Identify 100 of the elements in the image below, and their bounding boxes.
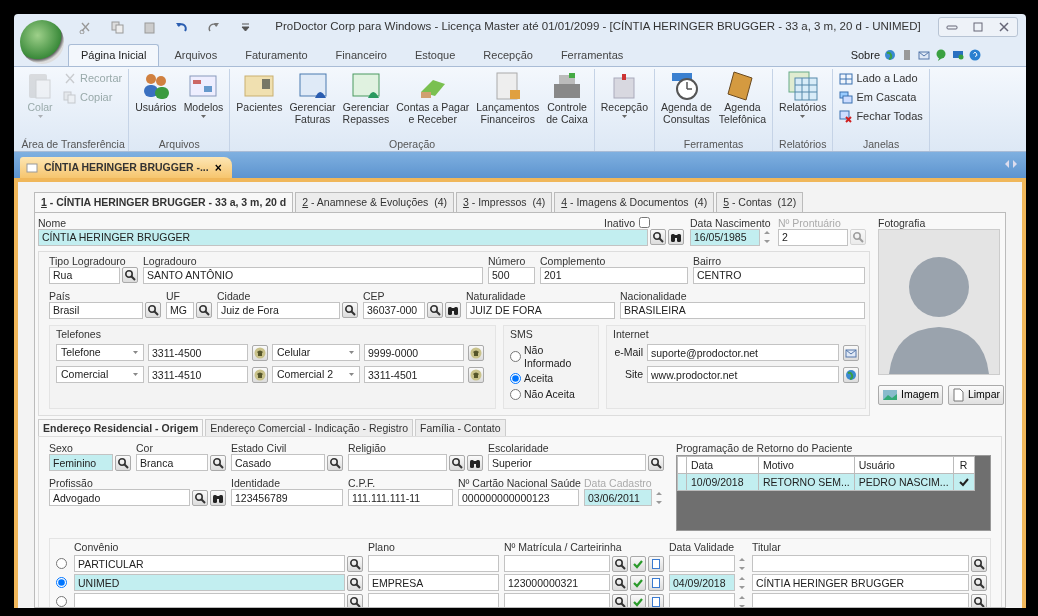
ribbon-tab[interactable]: Página Inicial — [68, 43, 160, 66]
input-field[interactable] — [368, 593, 499, 607]
spin-button[interactable] — [737, 574, 747, 592]
search-button[interactable] — [612, 574, 628, 591]
phone-button[interactable] — [252, 366, 268, 383]
input-field[interactable]: EMPRESA — [368, 574, 499, 592]
search-button[interactable] — [342, 302, 358, 319]
ribbon-button[interactable]: Controle de Caixa — [543, 69, 591, 138]
website-button[interactable] — [843, 366, 859, 383]
spin-button[interactable] — [762, 228, 772, 246]
ribbon-button[interactable]: Agenda de Consultas — [658, 69, 715, 138]
input-field[interactable]: MG — [166, 301, 194, 319]
ribbon-button[interactable]: Recepção — [597, 69, 651, 138]
ribbon-button[interactable]: Gerenciar Faturas — [286, 69, 339, 138]
radio-button[interactable] — [56, 577, 67, 589]
search-button[interactable] — [115, 454, 131, 471]
ribbon-button[interactable]: Modelos — [180, 69, 227, 138]
input-field[interactable] — [348, 454, 447, 472]
phone-button[interactable] — [252, 344, 268, 361]
input-field[interactable] — [752, 555, 969, 573]
input-field[interactable]: Rua — [49, 266, 120, 284]
input-field[interactable]: PARTICULAR — [74, 555, 345, 573]
ribbon-button[interactable]: Usuários — [132, 69, 180, 138]
section-tab[interactable]: Família - Contato — [415, 418, 506, 437]
input-field[interactable]: UNIMED — [74, 574, 345, 592]
checkbox[interactable] — [639, 217, 650, 229]
phone-type-dropdown[interactable]: Comercial — [56, 366, 144, 384]
document-tab[interactable]: CÍNTIA HERINGER BRUGGER -... × — [20, 157, 232, 178]
input-field[interactable]: 123000000321 — [504, 574, 610, 592]
input-field[interactable]: www.prodoctor.net — [647, 366, 839, 384]
input-field[interactable]: Brasil — [49, 301, 143, 319]
search-button[interactable] — [327, 454, 343, 471]
ribbon-button[interactable]: Fechar Todas — [836, 109, 926, 125]
input-field[interactable]: BRASILEIRA — [620, 301, 865, 319]
record-tab[interactable]: 5 - Contas (12) — [716, 192, 804, 212]
radio-button[interactable] — [56, 596, 67, 607]
radio-button[interactable] — [510, 351, 521, 363]
input-field[interactable]: Feminino — [49, 454, 113, 472]
input-field[interactable] — [504, 555, 610, 573]
radio-button[interactable] — [56, 558, 67, 570]
close-tab-button[interactable]: × — [214, 161, 222, 174]
ribbon-button[interactable]: Contas a Pagar e Receber — [393, 69, 473, 138]
input-field[interactable]: Juiz de Fora — [217, 301, 340, 319]
input-field[interactable]: 500 — [488, 266, 535, 284]
ribbon-button[interactable]: Pacientes — [233, 69, 286, 138]
input-field[interactable] — [504, 593, 610, 607]
document-button[interactable] — [648, 574, 664, 591]
about-link[interactable]: Sobre — [850, 48, 880, 62]
record-tab[interactable]: 4 - Imagens & Documentos (4) — [554, 192, 715, 212]
input-field[interactable]: 16/05/1985 — [690, 228, 760, 246]
ribbon-button[interactable]: Relatórios — [776, 69, 830, 138]
phone-button[interactable] — [468, 366, 484, 383]
search-button[interactable] — [122, 267, 138, 284]
ribbon-tab[interactable]: Arquivos — [161, 43, 231, 66]
input-field[interactable]: suporte@prodoctor.net — [647, 344, 839, 362]
record-tab[interactable]: 2 - Anamnese & Evoluções (4) — [295, 192, 454, 212]
document-button[interactable] — [648, 593, 664, 607]
ribbon-tab[interactable]: Ferramentas — [547, 43, 637, 66]
ribbon-button[interactable]: Lançamentos Financeiros — [473, 69, 543, 138]
find-button[interactable] — [445, 302, 461, 319]
find-button[interactable] — [668, 229, 684, 246]
clear-button[interactable]: Limpar — [947, 384, 1005, 405]
input-field[interactable]: 201 — [540, 266, 688, 284]
phone-type-dropdown[interactable]: Telefone — [56, 344, 144, 362]
search-button[interactable] — [347, 593, 363, 607]
app-logo-button[interactable] — [20, 20, 64, 64]
phone-type-dropdown[interactable]: Comercial 2 — [272, 366, 360, 384]
spin-button[interactable] — [654, 489, 664, 507]
ribbon-tab[interactable]: Financeiro — [322, 43, 400, 66]
record-tab[interactable]: 3 - Impressos (4) — [456, 192, 553, 212]
ribbon-tab[interactable]: Estoque — [401, 43, 469, 66]
spin-button[interactable] — [737, 555, 747, 573]
input-field[interactable]: Branca — [136, 454, 208, 472]
input-field[interactable]: 3311-4510 — [148, 366, 248, 384]
input-field[interactable]: 04/09/2018 — [669, 574, 735, 592]
find-button[interactable] — [210, 489, 226, 506]
email-button[interactable] — [843, 344, 859, 361]
search-button[interactable] — [196, 302, 212, 319]
ribbon-button[interactable]: Em Cascata — [836, 90, 926, 106]
input-field[interactable]: Casado — [231, 454, 325, 472]
ribbon-button[interactable]: Lado a Lado — [836, 71, 926, 87]
phone-type-dropdown[interactable]: Celular — [272, 344, 360, 362]
record-tab[interactable]: 1 - CÍNTIA HERINGER BRUGGER - 33 a, 3 m, 20 d — [34, 192, 294, 212]
find-button[interactable] — [467, 454, 483, 471]
spin-button[interactable] — [737, 593, 747, 607]
input-field[interactable]: 123456789 — [231, 489, 343, 507]
input-field[interactable] — [669, 593, 735, 607]
input-field[interactable]: 3311-4501 — [364, 366, 464, 384]
search-button[interactable] — [210, 454, 226, 471]
input-field[interactable] — [74, 593, 345, 607]
phone-button[interactable] — [468, 344, 484, 361]
search-button[interactable] — [449, 454, 465, 471]
input-field[interactable]: CÍNTIA HERINGER BRUGGER — [38, 228, 648, 246]
search-button[interactable] — [612, 593, 628, 607]
input-field[interactable]: 000000000000123 — [458, 489, 579, 507]
ribbon-tab[interactable]: Recepção — [470, 43, 546, 66]
input-field[interactable] — [752, 593, 969, 607]
search-button[interactable] — [971, 574, 987, 591]
search-button[interactable] — [648, 454, 664, 471]
input-field[interactable]: Superior — [488, 454, 646, 472]
